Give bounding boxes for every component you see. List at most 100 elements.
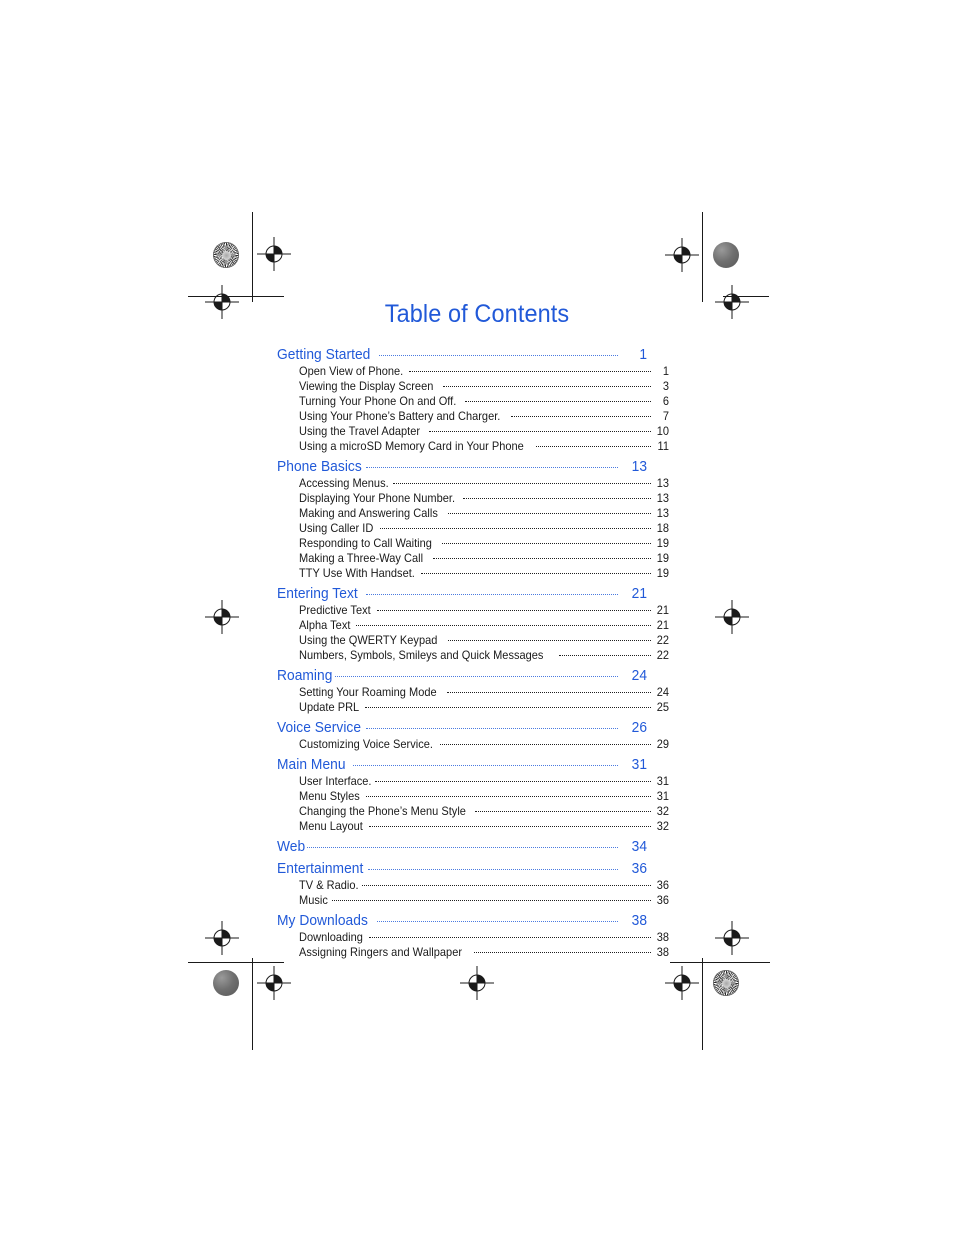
toc-entry-page-number: 38 bbox=[656, 930, 669, 944]
toc-section: Web 34 bbox=[277, 836, 647, 855]
dot-leader bbox=[443, 378, 651, 390]
toc-entry-page-number: 10 bbox=[656, 424, 669, 438]
dot-leader bbox=[448, 505, 651, 517]
toc-entry-label: Setting Your Roaming Mode bbox=[299, 685, 437, 699]
toc-entry-page-number: 36 bbox=[631, 860, 647, 877]
toc-entry-page-number: 24 bbox=[656, 685, 669, 699]
toc-entry-label: Downloading bbox=[299, 930, 363, 944]
toc-entry-page-number: 38 bbox=[656, 945, 669, 959]
dot-leader bbox=[440, 736, 651, 748]
dot-leader bbox=[463, 490, 651, 502]
toc-entry-label: Voice Service bbox=[277, 719, 362, 736]
toc-sub-entry[interactable]: Using Your Phone’s Battery and Charger. 7 bbox=[299, 408, 669, 423]
toc-entry-page-number: 13 bbox=[631, 458, 647, 475]
toc-sub-entry[interactable]: Using Caller ID 18 bbox=[299, 520, 669, 535]
dot-leader bbox=[447, 632, 651, 644]
toc-entry-label: Using a microSD Memory Card in Your Phon… bbox=[299, 439, 524, 453]
toc-sub-entry[interactable]: Numbers, Symbols, Smileys and Quick Mess… bbox=[299, 647, 669, 662]
toc-entry-label: Roaming bbox=[277, 667, 333, 684]
toc-entry-page-number: 19 bbox=[656, 566, 669, 580]
dot-leader bbox=[367, 858, 618, 873]
toc-sub-entry[interactable]: Accessing Menus. 13 bbox=[299, 475, 669, 490]
toc-sub-entry[interactable]: Open View of Phone. 1 bbox=[299, 363, 669, 378]
toc-entry-page-number: 21 bbox=[656, 618, 669, 632]
dot-leader bbox=[356, 617, 651, 629]
toc-section-entry[interactable]: Main Menu 31 bbox=[277, 754, 647, 773]
toc-entry-label: Using Your Phone’s Battery and Charger. bbox=[299, 409, 501, 423]
toc-sub-entry[interactable]: Downloading 38 bbox=[299, 929, 669, 944]
toc-entry-label: Web bbox=[277, 838, 306, 855]
toc-entry-page-number: 22 bbox=[656, 633, 669, 647]
toc-sub-entry[interactable]: Making a Three-Way Call 19 bbox=[299, 550, 669, 565]
table-of-contents: Getting Started 1 Open View of Phone. 1 View… bbox=[277, 341, 669, 959]
toc-section-entry[interactable]: Entering Text 21 bbox=[277, 583, 647, 602]
toc-sub-entry[interactable]: Making and Answering Calls 13 bbox=[299, 505, 669, 520]
toc-section-entry[interactable]: Roaming 24 bbox=[277, 665, 647, 684]
toc-sub-entry[interactable]: Viewing the Display Screen 3 bbox=[299, 378, 669, 393]
toc-sub-entry[interactable]: TTY Use With Handset. 19 bbox=[299, 565, 669, 580]
dot-leader bbox=[332, 892, 651, 904]
toc-entry-page-number: 1 bbox=[662, 364, 669, 378]
toc-sub-entry[interactable]: Menu Layout 32 bbox=[299, 818, 669, 833]
dot-leader bbox=[464, 393, 651, 405]
dot-leader bbox=[375, 773, 651, 785]
toc-sub-entry[interactable]: Responding to Call Waiting 19 bbox=[299, 535, 669, 550]
toc-entry-page-number: 34 bbox=[631, 838, 647, 855]
toc-entry-page-number: 31 bbox=[656, 789, 669, 803]
toc-entry-label: Making and Answering Calls bbox=[299, 506, 438, 520]
toc-entry-page-number: 13 bbox=[656, 476, 669, 490]
toc-sub-entry[interactable]: Displaying Your Phone Number. 13 bbox=[299, 490, 669, 505]
toc-entry-page-number: 21 bbox=[631, 585, 647, 602]
toc-entry-label: Numbers, Symbols, Smileys and Quick Mess… bbox=[299, 648, 544, 662]
toc-entry-label: Update PRL bbox=[299, 700, 360, 714]
toc-entry-label: Assigning Ringers and Wallpaper bbox=[299, 945, 463, 959]
toc-entry-label: Using Caller ID bbox=[299, 521, 374, 535]
toc-entry-page-number: 11 bbox=[657, 439, 669, 453]
toc-section-entry[interactable]: Web 34 bbox=[277, 836, 647, 855]
toc-sub-entry[interactable]: Changing the Phone’s Menu Style 32 bbox=[299, 803, 669, 818]
toc-entry-page-number: 19 bbox=[656, 536, 669, 550]
toc-sub-entry[interactable]: Customizing Voice Service. 29 bbox=[299, 736, 669, 751]
dot-leader bbox=[366, 788, 651, 800]
toc-entry-page-number: 3 bbox=[662, 379, 669, 393]
toc-sub-entry[interactable]: Music 36 bbox=[299, 892, 669, 907]
toc-entry-page-number: 31 bbox=[656, 774, 669, 788]
dot-leader bbox=[380, 520, 651, 532]
toc-section: My Downloads 38 Downloading 38 Assigning Rin… bbox=[277, 910, 669, 959]
toc-entry-page-number: 32 bbox=[656, 819, 669, 833]
toc-section: Roaming 24 Setting Your Roaming Mode 24 Upda… bbox=[277, 665, 669, 714]
toc-sub-entry[interactable]: Predictive Text 21 bbox=[299, 602, 669, 617]
dot-leader bbox=[379, 344, 618, 359]
toc-sub-entry[interactable]: Turning Your Phone On and Off. 6 bbox=[299, 393, 669, 408]
toc-entry-label: Entertainment bbox=[277, 860, 364, 877]
toc-sub-entry[interactable]: Using the Travel Adapter 10 bbox=[299, 423, 669, 438]
dot-leader bbox=[510, 408, 651, 420]
toc-sub-entry[interactable]: Assigning Ringers and Wallpaper 38 bbox=[299, 944, 669, 959]
toc-sub-entry[interactable]: Menu Styles 31 bbox=[299, 788, 669, 803]
toc-section-entry[interactable]: Getting Started 1 bbox=[277, 344, 647, 363]
toc-sub-entry[interactable]: User Interface. 31 bbox=[299, 773, 669, 788]
toc-sub-entry[interactable]: Alpha Text 21 bbox=[299, 617, 669, 632]
toc-entry-label: Main Menu bbox=[277, 756, 346, 773]
toc-entry-page-number: 13 bbox=[656, 491, 669, 505]
toc-section-entry[interactable]: My Downloads 38 bbox=[277, 910, 647, 929]
toc-entry-page-number: 21 bbox=[656, 603, 669, 617]
toc-section: Entering Text 21 Predictive Text 21 Alpha Te… bbox=[277, 583, 669, 662]
toc-entry-label: Displaying Your Phone Number. bbox=[299, 491, 456, 505]
dot-leader bbox=[306, 836, 618, 851]
toc-section-entry[interactable]: Entertainment 36 bbox=[277, 858, 647, 877]
toc-entry-page-number: 38 bbox=[631, 912, 647, 929]
toc-sub-entry[interactable]: Update PRL 25 bbox=[299, 699, 669, 714]
dot-leader bbox=[535, 438, 651, 450]
dot-leader bbox=[376, 910, 618, 925]
toc-entry-page-number: 24 bbox=[631, 667, 647, 684]
toc-section-entry[interactable]: Phone Basics 13 bbox=[277, 456, 647, 475]
toc-sub-entry[interactable]: Setting Your Roaming Mode 24 bbox=[299, 684, 669, 699]
dot-leader bbox=[335, 665, 618, 680]
toc-sub-entry[interactable]: Using the QWERTY Keypad 22 bbox=[299, 632, 669, 647]
dot-leader bbox=[365, 717, 619, 732]
toc-sub-entry[interactable]: Using a microSD Memory Card in Your Phon… bbox=[299, 438, 669, 453]
toc-sub-entry[interactable]: TV & Radio. 36 bbox=[299, 877, 669, 892]
toc-entry-page-number: 32 bbox=[656, 804, 669, 818]
toc-section-entry[interactable]: Voice Service 26 bbox=[277, 717, 647, 736]
